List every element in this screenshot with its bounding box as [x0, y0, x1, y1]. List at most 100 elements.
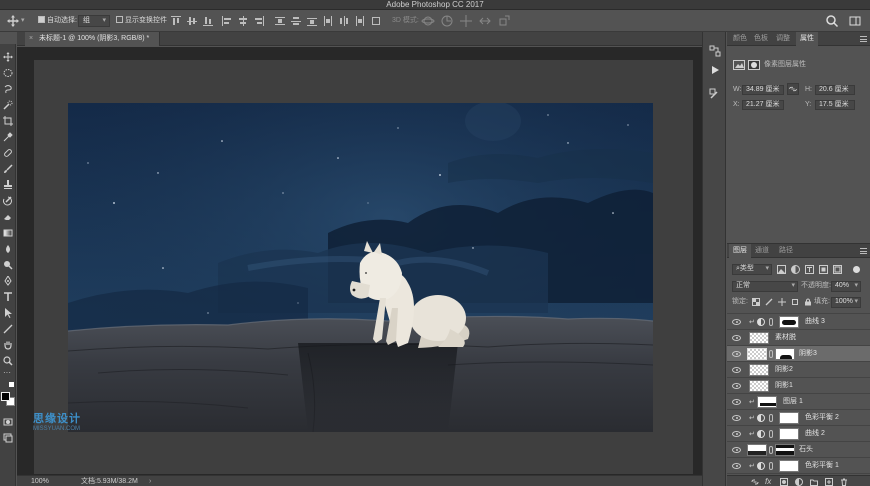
type-tool-icon[interactable] — [3, 292, 13, 302]
visibility-eye-icon[interactable] — [732, 463, 741, 469]
layer-filter-kind[interactable]: ⌕类型 ▾ — [732, 264, 772, 275]
link-dimensions-icon[interactable] — [787, 83, 799, 95]
layer-row-layer-1[interactable]: ↵ 图层 1 — [727, 394, 870, 410]
zoom-level[interactable]: 100% — [31, 476, 49, 486]
clone-stamp-tool-icon[interactable] — [3, 180, 13, 190]
layer-mask-thumbnail[interactable] — [779, 316, 799, 328]
layer-link-icon[interactable] — [769, 350, 773, 358]
tool-preset-arrow[interactable]: ▾ — [21, 15, 25, 27]
3d-roll-icon[interactable] — [440, 14, 454, 28]
search-icon[interactable] — [825, 14, 839, 28]
screen-mode-icon[interactable] — [3, 433, 13, 443]
new-adjustment-layer-icon[interactable] — [795, 478, 803, 486]
auto-select-checkbox[interactable]: 自动选择: — [38, 15, 77, 27]
quick-mask-icon[interactable] — [3, 417, 13, 427]
layer-link-icon[interactable] — [769, 414, 773, 422]
layer-thumbnail[interactable] — [749, 332, 769, 344]
layer-row-stone[interactable]: 石头 — [727, 442, 870, 458]
history-panel-icon[interactable] — [709, 45, 721, 57]
layer-mask-thumbnail[interactable] — [779, 428, 799, 440]
height-field[interactable]: 20.6 厘米 — [815, 85, 855, 95]
layer-link-icon[interactable] — [769, 318, 773, 326]
swap-colors-icon[interactable] — [9, 382, 14, 387]
path-selection-tool-icon[interactable] — [3, 308, 13, 318]
gradient-tool-icon[interactable] — [3, 228, 13, 238]
layer-row-material[interactable]: 素材脱 — [727, 330, 870, 346]
3d-orbit-icon[interactable] — [421, 14, 435, 28]
fill-field[interactable]: 100% ▾ — [831, 297, 861, 308]
layer-thumbnail[interactable] — [749, 380, 769, 392]
width-field[interactable]: 34.89 厘米 — [742, 85, 784, 95]
delete-layer-icon[interactable] — [840, 478, 848, 486]
auto-select-dropdown[interactable]: 组 ▾ — [78, 15, 110, 27]
pen-tool-icon[interactable] — [3, 276, 13, 286]
tab-paths[interactable]: 路径 — [779, 244, 793, 258]
eraser-tool-icon[interactable] — [3, 212, 13, 222]
zoom-tool-icon[interactable] — [3, 356, 13, 366]
status-menu-arrow[interactable]: › — [149, 476, 151, 486]
hand-tool-icon[interactable] — [3, 340, 13, 350]
workspace-switcher-icon[interactable] — [848, 14, 862, 28]
layer-thumbnail[interactable] — [749, 364, 769, 376]
move-tool-icon[interactable] — [6, 14, 20, 28]
filter-smart-object-icon[interactable] — [833, 265, 842, 274]
healing-brush-tool-icon[interactable] — [3, 148, 13, 158]
align-left-icon[interactable] — [222, 16, 232, 26]
eyedropper-tool-icon[interactable] — [3, 132, 13, 142]
distribute-hcenter-icon[interactable] — [339, 16, 349, 26]
layer-style-fx-icon[interactable]: fx — [765, 476, 771, 486]
lock-position-icon[interactable] — [778, 298, 786, 306]
visibility-eye-icon[interactable] — [732, 383, 741, 389]
filter-toggle-icon[interactable] — [853, 266, 860, 273]
edit-toolbar-icon[interactable]: ··· — [3, 368, 13, 378]
y-position-field[interactable]: 17.5 厘米 — [815, 100, 855, 110]
lock-all-icon[interactable] — [804, 298, 812, 306]
align-bottom-icon[interactable] — [203, 16, 213, 26]
layer-row-color-balance-2[interactable]: ↵ 色彩平衡 2 — [727, 410, 870, 426]
distribute-bottom-icon[interactable] — [307, 16, 317, 26]
layer-row-shadow-3[interactable]: 阴影3 — [727, 346, 870, 362]
filter-pixel-icon[interactable] — [777, 265, 786, 274]
new-layer-icon[interactable] — [825, 478, 833, 486]
layer-thumbnail[interactable] — [757, 396, 777, 408]
line-tool-icon[interactable] — [3, 324, 13, 334]
visibility-eye-icon[interactable] — [732, 351, 741, 357]
lock-transparent-icon[interactable] — [752, 298, 760, 306]
visibility-eye-icon[interactable] — [732, 431, 741, 437]
auto-align-layers-icon[interactable] — [371, 16, 381, 26]
lasso-tool-icon[interactable] — [3, 84, 13, 94]
document-size-info[interactable]: 文档:5.93M/38.2M — [81, 476, 138, 486]
tab-color[interactable]: 颜色 — [733, 32, 747, 46]
link-layers-icon[interactable] — [751, 478, 759, 486]
align-vcenter-icon[interactable] — [187, 16, 197, 26]
layer-row-shadow-2[interactable]: 阴影2 — [727, 362, 870, 378]
layer-row-curves-3[interactable]: ↵ 曲线 3 — [727, 314, 870, 330]
3d-pan-icon[interactable] — [459, 14, 473, 28]
tab-properties[interactable]: 属性 — [796, 32, 818, 46]
tab-layers[interactable]: 图层 — [729, 244, 751, 258]
visibility-eye-icon[interactable] — [732, 319, 741, 325]
align-hcenter-icon[interactable] — [238, 16, 248, 26]
foreground-color-swatch[interactable] — [1, 392, 10, 401]
close-tab-icon[interactable]: × — [29, 32, 33, 46]
show-transform-checkbox[interactable]: 显示变换控件 — [116, 15, 167, 27]
distribute-top-icon[interactable] — [275, 16, 285, 26]
layer-mask-thumbnail[interactable] — [775, 348, 795, 360]
show-transform-check[interactable] — [116, 15, 123, 23]
layer-row-curves-2[interactable]: ↵ 曲线 2 — [727, 426, 870, 442]
filter-type-icon[interactable] — [805, 265, 814, 274]
blur-tool-icon[interactable] — [3, 244, 13, 254]
filter-shape-icon[interactable] — [819, 265, 828, 274]
layer-thumbnail[interactable] — [747, 348, 767, 360]
layer-mask-thumbnail[interactable] — [779, 412, 799, 424]
layers-menu-icon[interactable] — [860, 248, 867, 254]
visibility-eye-icon[interactable] — [732, 335, 741, 341]
distribute-vcenter-icon[interactable] — [291, 16, 301, 26]
visibility-eye-icon[interactable] — [732, 367, 741, 373]
document-tab[interactable]: × 未标题-1 @ 100% (阴影3, RGB/8) * — [25, 32, 161, 46]
align-top-icon[interactable] — [171, 16, 181, 26]
quick-selection-tool-icon[interactable] — [3, 100, 13, 110]
auto-select-check[interactable] — [38, 15, 45, 23]
tab-adjustments[interactable]: 调整 — [776, 32, 790, 46]
tool-presets-icon[interactable] — [709, 88, 721, 100]
